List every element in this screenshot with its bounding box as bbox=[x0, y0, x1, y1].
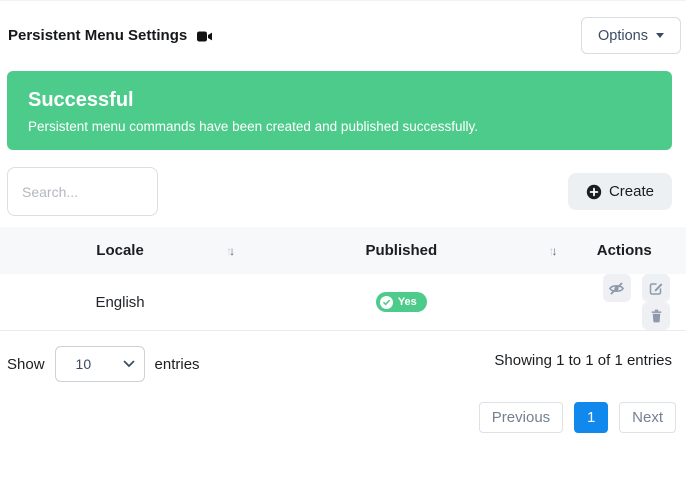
check-circle-icon bbox=[380, 296, 393, 309]
table-row: English Yes bbox=[0, 274, 686, 331]
page-header: Persistent Menu Settings Options bbox=[0, 1, 686, 54]
locale-cell: English bbox=[0, 274, 240, 331]
table-footer: Show 10 entries Showing 1 to 1 of 1 entr… bbox=[7, 346, 672, 382]
options-button-label: Options bbox=[598, 28, 648, 44]
hide-button[interactable] bbox=[603, 274, 631, 302]
edit-icon bbox=[648, 280, 664, 296]
options-button[interactable]: Options bbox=[581, 17, 681, 54]
table-header-row: Locale ↑↓ Published ↑↓ Actions bbox=[0, 227, 686, 274]
success-alert: Successful Persistent menu commands have… bbox=[7, 71, 672, 150]
page-title: Persistent Menu Settings bbox=[8, 27, 187, 44]
alert-message: Persistent menu commands have been creat… bbox=[28, 118, 651, 136]
column-header-locale-label: Locale bbox=[96, 242, 144, 259]
previous-page-button[interactable]: Previous bbox=[479, 402, 563, 433]
published-cell: Yes bbox=[240, 274, 562, 331]
page-size-select[interactable]: 10 bbox=[55, 346, 145, 382]
persistent-menu-settings-page: Persistent Menu Settings Options Success… bbox=[0, 1, 686, 501]
title-wrap: Persistent Menu Settings bbox=[8, 27, 213, 44]
video-camera-icon bbox=[197, 30, 213, 43]
page-1-button[interactable]: 1 bbox=[574, 402, 608, 433]
entries-summary: Showing 1 to 1 of 1 entries bbox=[494, 352, 672, 369]
page-size-select-wrap: 10 bbox=[55, 346, 145, 382]
entries-label: entries bbox=[155, 356, 200, 373]
sort-icon: ↑↓ bbox=[549, 244, 555, 258]
chevron-down-icon bbox=[656, 33, 664, 38]
column-header-actions-label: Actions bbox=[597, 242, 652, 259]
alert-title: Successful bbox=[28, 87, 651, 113]
create-button-label: Create bbox=[609, 183, 654, 200]
delete-button[interactable] bbox=[642, 302, 670, 330]
plus-circle-icon bbox=[586, 184, 602, 200]
next-page-button[interactable]: Next bbox=[619, 402, 676, 433]
column-header-published[interactable]: Published ↑↓ bbox=[240, 227, 562, 274]
published-status-badge: Yes bbox=[376, 292, 427, 312]
trash-icon bbox=[649, 308, 664, 324]
published-status-label: Yes bbox=[398, 296, 417, 308]
pagination: Previous 1 Next bbox=[0, 402, 676, 433]
locales-table: Locale ↑↓ Published ↑↓ Actions English bbox=[0, 227, 686, 331]
sort-icon: ↑↓ bbox=[226, 244, 232, 258]
search-input[interactable] bbox=[7, 167, 158, 216]
eye-slash-icon bbox=[608, 280, 625, 297]
column-header-published-label: Published bbox=[365, 242, 437, 259]
page-size-control: Show 10 entries bbox=[7, 346, 200, 382]
column-header-locale[interactable]: Locale ↑↓ bbox=[0, 227, 240, 274]
actions-cell bbox=[563, 274, 686, 331]
column-header-actions: Actions bbox=[563, 227, 686, 274]
create-button[interactable]: Create bbox=[568, 173, 672, 210]
table-toolbar: Create bbox=[7, 167, 672, 216]
show-label: Show bbox=[7, 356, 45, 373]
edit-button[interactable] bbox=[642, 274, 670, 302]
